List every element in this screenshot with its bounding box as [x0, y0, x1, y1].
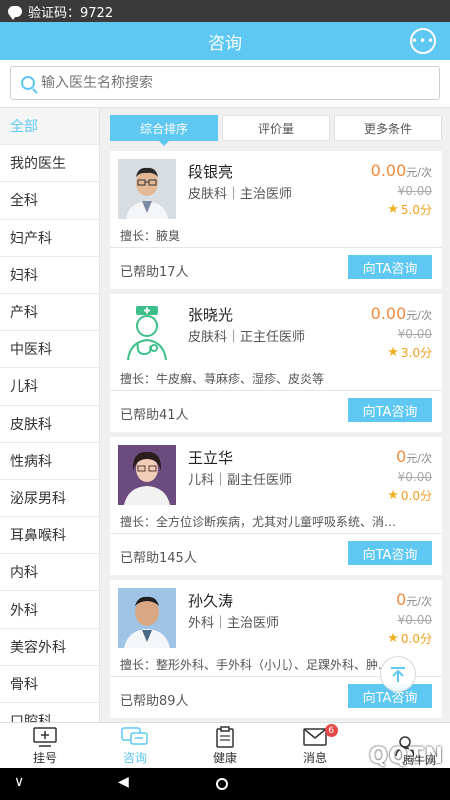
- original-price: ¥0.00: [397, 613, 432, 627]
- doctor-price: 0元/次: [396, 590, 432, 609]
- filter-bar: 综合排序 评价量 更多条件: [110, 115, 442, 146]
- star-icon: ★: [387, 345, 399, 360]
- doctor-name: 王立华: [188, 449, 234, 467]
- original-price: ¥0.00: [397, 470, 432, 484]
- status-bar: 验证码：9722: [0, 0, 450, 22]
- divider: [110, 533, 442, 534]
- filter-more[interactable]: 更多条件: [334, 115, 442, 141]
- consult-button[interactable]: 向TA咨询: [348, 541, 432, 565]
- star-icon: ★: [387, 631, 399, 646]
- site-watermark-cn: 腾牛网: [403, 754, 436, 767]
- chat-bubbles-icon: [121, 725, 149, 749]
- sidebar-item-gynecology[interactable]: 妇科: [0, 257, 99, 294]
- doctor-name: 孙久涛: [188, 592, 234, 610]
- helped-count: 已帮助89人: [120, 694, 189, 709]
- doctor-photo: [118, 445, 176, 505]
- original-price: ¥0.00: [397, 327, 432, 341]
- doctor-list-area: 综合排序 评价量 更多条件 段银亮 皮肤科｜主治医师 0.00元/次 ¥0.00…: [100, 108, 450, 722]
- star-icon: ★: [387, 488, 399, 503]
- sidebar-item-tcm[interactable]: 中医科: [0, 331, 99, 369]
- consult-button[interactable]: 向TA咨询: [348, 255, 432, 279]
- arrow-up-icon: [391, 667, 405, 682]
- chevron-down-icon[interactable]: ∨: [14, 774, 24, 790]
- home-icon[interactable]: [216, 778, 228, 790]
- doctor-department: 皮肤科｜主治医师: [188, 187, 293, 202]
- helped-count: 已帮助145人: [120, 551, 197, 566]
- sidebar-item-internal[interactable]: 内科: [0, 554, 99, 592]
- doctor-price: 0.00元/次: [370, 304, 432, 323]
- consult-button[interactable]: 向TA咨询: [348, 398, 432, 422]
- sidebar-item-urology[interactable]: 泌尿男科: [0, 480, 99, 518]
- star-icon: ★: [387, 202, 399, 217]
- monitor-plus-icon: [33, 725, 57, 749]
- tab-health[interactable]: 健康: [180, 723, 270, 768]
- back-icon[interactable]: ◀: [118, 774, 129, 790]
- department-sidebar: 全部 我的医生 全科 妇产科 妇科 产科 中医科 儿科 皮肤科 性病科 泌尿男科…: [0, 108, 100, 722]
- back-to-top-button[interactable]: [380, 656, 416, 692]
- doctor-rating: ★ 5.0分: [387, 202, 432, 217]
- chat-menu-icon[interactable]: •••: [410, 28, 436, 54]
- doctor-card[interactable]: 张晓光 皮肤科｜正主任医师 0.00元/次 ¥0.00 ★ 3.0分 擅长：牛皮癣…: [110, 294, 442, 432]
- doctor-specialty: 擅长：腋臭: [120, 229, 181, 243]
- system-nav-bar: ∨ ◀: [0, 768, 450, 800]
- helped-count: 已帮助41人: [120, 408, 189, 423]
- search-icon: [21, 76, 35, 90]
- doctor-price: 0元/次: [396, 447, 432, 466]
- sidebar-item-ent[interactable]: 耳鼻喉科: [0, 517, 99, 555]
- envelope-icon: [303, 725, 327, 749]
- filter-rating-count[interactable]: 评价量: [222, 115, 330, 141]
- clipboard-icon: [216, 725, 234, 749]
- search-area: [0, 60, 450, 108]
- helped-count: 已帮助17人: [120, 265, 189, 280]
- sidebar-item-obstetrics[interactable]: 产科: [0, 294, 99, 332]
- sidebar-item-cosmetic-surgery[interactable]: 美容外科: [0, 629, 99, 666]
- doctor-name: 段银亮: [188, 163, 234, 181]
- doctor-specialty: 擅长：全方位诊断疾病，尤其对儿童呼吸系统、消…: [120, 515, 397, 529]
- title-bar: 咨询 •••: [0, 22, 450, 60]
- doctor-department: 儿科｜副主任医师: [188, 473, 293, 488]
- original-price: ¥0.00: [397, 184, 432, 198]
- message-icon: [8, 5, 22, 20]
- search-box[interactable]: [10, 66, 440, 100]
- doctor-price: 0.00元/次: [370, 161, 432, 180]
- doctor-rating: ★ 0.0分: [387, 631, 432, 646]
- sidebar-item-dental[interactable]: 口腔科: [0, 703, 99, 722]
- doctor-specialty: 擅长：牛皮癣、荨麻疹、湿疹、皮炎等: [120, 372, 325, 386]
- search-input[interactable]: [41, 75, 439, 91]
- page-title: 咨询: [208, 33, 242, 54]
- doctor-name: 张晓光: [188, 306, 234, 324]
- doctor-photo: [118, 588, 176, 648]
- doctor-card[interactable]: 王立华 儿科｜副主任医师 0元/次 ¥0.00 ★ 0.0分 擅长：全方位诊断疾病…: [110, 437, 442, 575]
- sidebar-item-dermatology[interactable]: 皮肤科: [0, 406, 99, 443]
- status-text: 验证码：9722: [28, 5, 114, 21]
- sidebar-item-surgery[interactable]: 外科: [0, 591, 99, 629]
- sidebar-item-obgyn[interactable]: 妇产科: [0, 220, 99, 257]
- sidebar-item-std[interactable]: 性病科: [0, 443, 99, 480]
- tab-register[interactable]: 挂号: [0, 723, 90, 768]
- doctor-department: 皮肤科｜正主任医师: [188, 330, 306, 345]
- doctor-card[interactable]: 段银亮 皮肤科｜主治医师 0.00元/次 ¥0.00 ★ 5.0分 擅长：腋臭 已…: [110, 151, 442, 289]
- sidebar-item-pediatrics[interactable]: 儿科: [0, 368, 99, 406]
- doctor-rating: ★ 0.0分: [387, 488, 432, 503]
- divider: [110, 247, 442, 248]
- filter-comprehensive[interactable]: 综合排序: [110, 115, 218, 146]
- doctor-photo: [118, 159, 176, 219]
- sidebar-item-all[interactable]: 全部: [0, 108, 99, 146]
- doctor-avatar-placeholder: [118, 302, 176, 362]
- sidebar-item-orthopedics[interactable]: 骨科: [0, 666, 99, 703]
- tab-consult[interactable]: 咨询: [90, 723, 180, 768]
- doctor-department: 外科｜主治医师: [188, 616, 280, 631]
- message-badge: 6: [324, 724, 338, 737]
- sidebar-item-my-doctors[interactable]: 我的医生: [0, 145, 99, 183]
- sidebar-item-general[interactable]: 全科: [0, 182, 99, 220]
- divider: [110, 390, 442, 391]
- doctor-card[interactable]: 孙久涛 外科｜主治医师 0元/次 ¥0.00 ★ 0.0分 擅长：整形外科、手外科…: [110, 580, 442, 718]
- tab-messages[interactable]: 消息 6: [270, 723, 360, 768]
- doctor-rating: ★ 3.0分: [387, 345, 432, 360]
